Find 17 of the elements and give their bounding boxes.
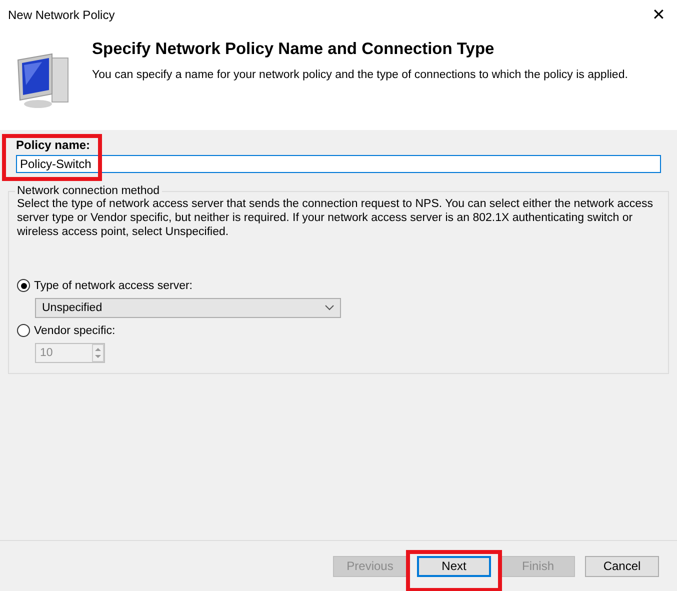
page-subtitle: You can specify a name for your network policy and the type of connections to which the policy is applied.	[92, 69, 628, 81]
field-label: Policy name:	[15, 138, 92, 152]
radio-option[interactable]: Type of network access server:	[17, 279, 660, 292]
group-description: Select the type of network access server that sends the connection request to NPS. You can select either the network access server type or Vendor specific, but neither is required. If your network access server is an 802.1X authenticating switch or wireless access point, select Unspecified.	[17, 197, 654, 239]
group-legend: Network connection method	[15, 185, 162, 197]
radio-option[interactable]: Vendor specific:	[17, 324, 660, 337]
wizard-button[interactable]: Next	[417, 556, 491, 576]
radio-icon[interactable]	[17, 279, 30, 292]
radio-icon[interactable]	[17, 324, 30, 337]
policy-name-field[interactable]: Policy-Switch	[16, 155, 661, 173]
close-button[interactable]: ✕	[648, 5, 669, 25]
server-type-dropdown[interactable]: Unspecified	[35, 298, 341, 318]
spinner-arrows-icon	[92, 344, 104, 362]
chevron-down-icon	[325, 305, 334, 311]
page-title: Specify Network Policy Name and Connection Type	[92, 40, 496, 59]
wizard-button[interactable]: Cancel	[585, 556, 659, 576]
window-title: New Network Policy	[8, 8, 115, 22]
